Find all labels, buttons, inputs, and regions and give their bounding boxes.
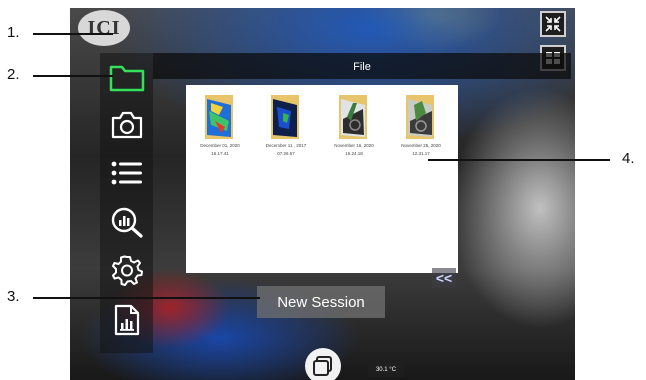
- callout-line-3: [33, 297, 260, 299]
- file-time: 07.26.57: [277, 151, 295, 156]
- temperature-readout: 30.1 °C: [368, 363, 404, 377]
- callout-number-4: 4.: [622, 150, 635, 167]
- thermal-camera-view: ICI File December 01, 2020 16.17.41 Dece…: [70, 8, 575, 380]
- sidebar-item-camera[interactable]: [106, 104, 148, 146]
- windows-icon: [313, 356, 332, 376]
- callout-line-1: [33, 33, 113, 35]
- callout-number-3: 3.: [7, 288, 20, 305]
- file-item[interactable]: November 25, 2020 12.31.17: [389, 91, 453, 157]
- sidebar-item-list[interactable]: [106, 152, 148, 194]
- thermal-image-thumbnail-icon: [271, 95, 299, 139]
- sidebar-item-analysis[interactable]: [106, 201, 148, 243]
- sidebar-item-file[interactable]: [106, 56, 148, 98]
- arrows-in-icon: [545, 16, 561, 32]
- file-item[interactable]: December 11 , 2017 07.26.57: [254, 91, 318, 157]
- sidebar-item-settings[interactable]: [106, 249, 148, 291]
- file-date: November 25, 2020: [401, 143, 441, 148]
- ici-logo: ICI: [78, 10, 130, 46]
- file-time: 16.24.18: [345, 151, 363, 156]
- callout-number-1: 1.: [7, 24, 20, 41]
- thermal-image-thumbnail-icon: [205, 95, 233, 139]
- file-time: 16.17.41: [211, 151, 229, 156]
- callout-number-2: 2.: [7, 66, 20, 83]
- file-date: November 16, 2020: [334, 143, 374, 148]
- gear-icon: [112, 255, 143, 286]
- collapse-panel-button[interactable]: <<: [432, 268, 456, 288]
- report-icon: [114, 304, 140, 336]
- file-item[interactable]: December 01, 2020 16.17.41: [188, 91, 252, 157]
- photo-thumbnail-icon: [406, 95, 434, 139]
- analysis-icon: [111, 207, 143, 238]
- callout-line-2: [33, 75, 113, 77]
- new-session-button[interactable]: New Session: [257, 286, 385, 318]
- new-session-label: New Session: [277, 293, 365, 311]
- collapse-view-button[interactable]: [540, 11, 566, 37]
- camera-icon: [111, 111, 143, 139]
- home-button[interactable]: [305, 348, 341, 380]
- sidebar-item-report[interactable]: [106, 299, 148, 341]
- photo-thumbnail-icon: [339, 95, 367, 139]
- file-date: December 11 , 2017: [265, 143, 307, 148]
- file-panel-header: File: [153, 53, 571, 79]
- callout-line-4: [428, 159, 610, 161]
- list-icon: [111, 161, 142, 185]
- file-panel-title: File: [353, 61, 371, 73]
- file-item[interactable]: November 16, 2020 16.24.18: [322, 91, 386, 157]
- folder-icon: [109, 65, 145, 92]
- file-date: December 01, 2020: [200, 143, 240, 148]
- double-chevron-left-icon: <<: [435, 270, 453, 286]
- file-browser-panel: December 01, 2020 16.17.41 December 11 ,…: [186, 85, 458, 273]
- file-time: 12.31.17: [412, 151, 430, 156]
